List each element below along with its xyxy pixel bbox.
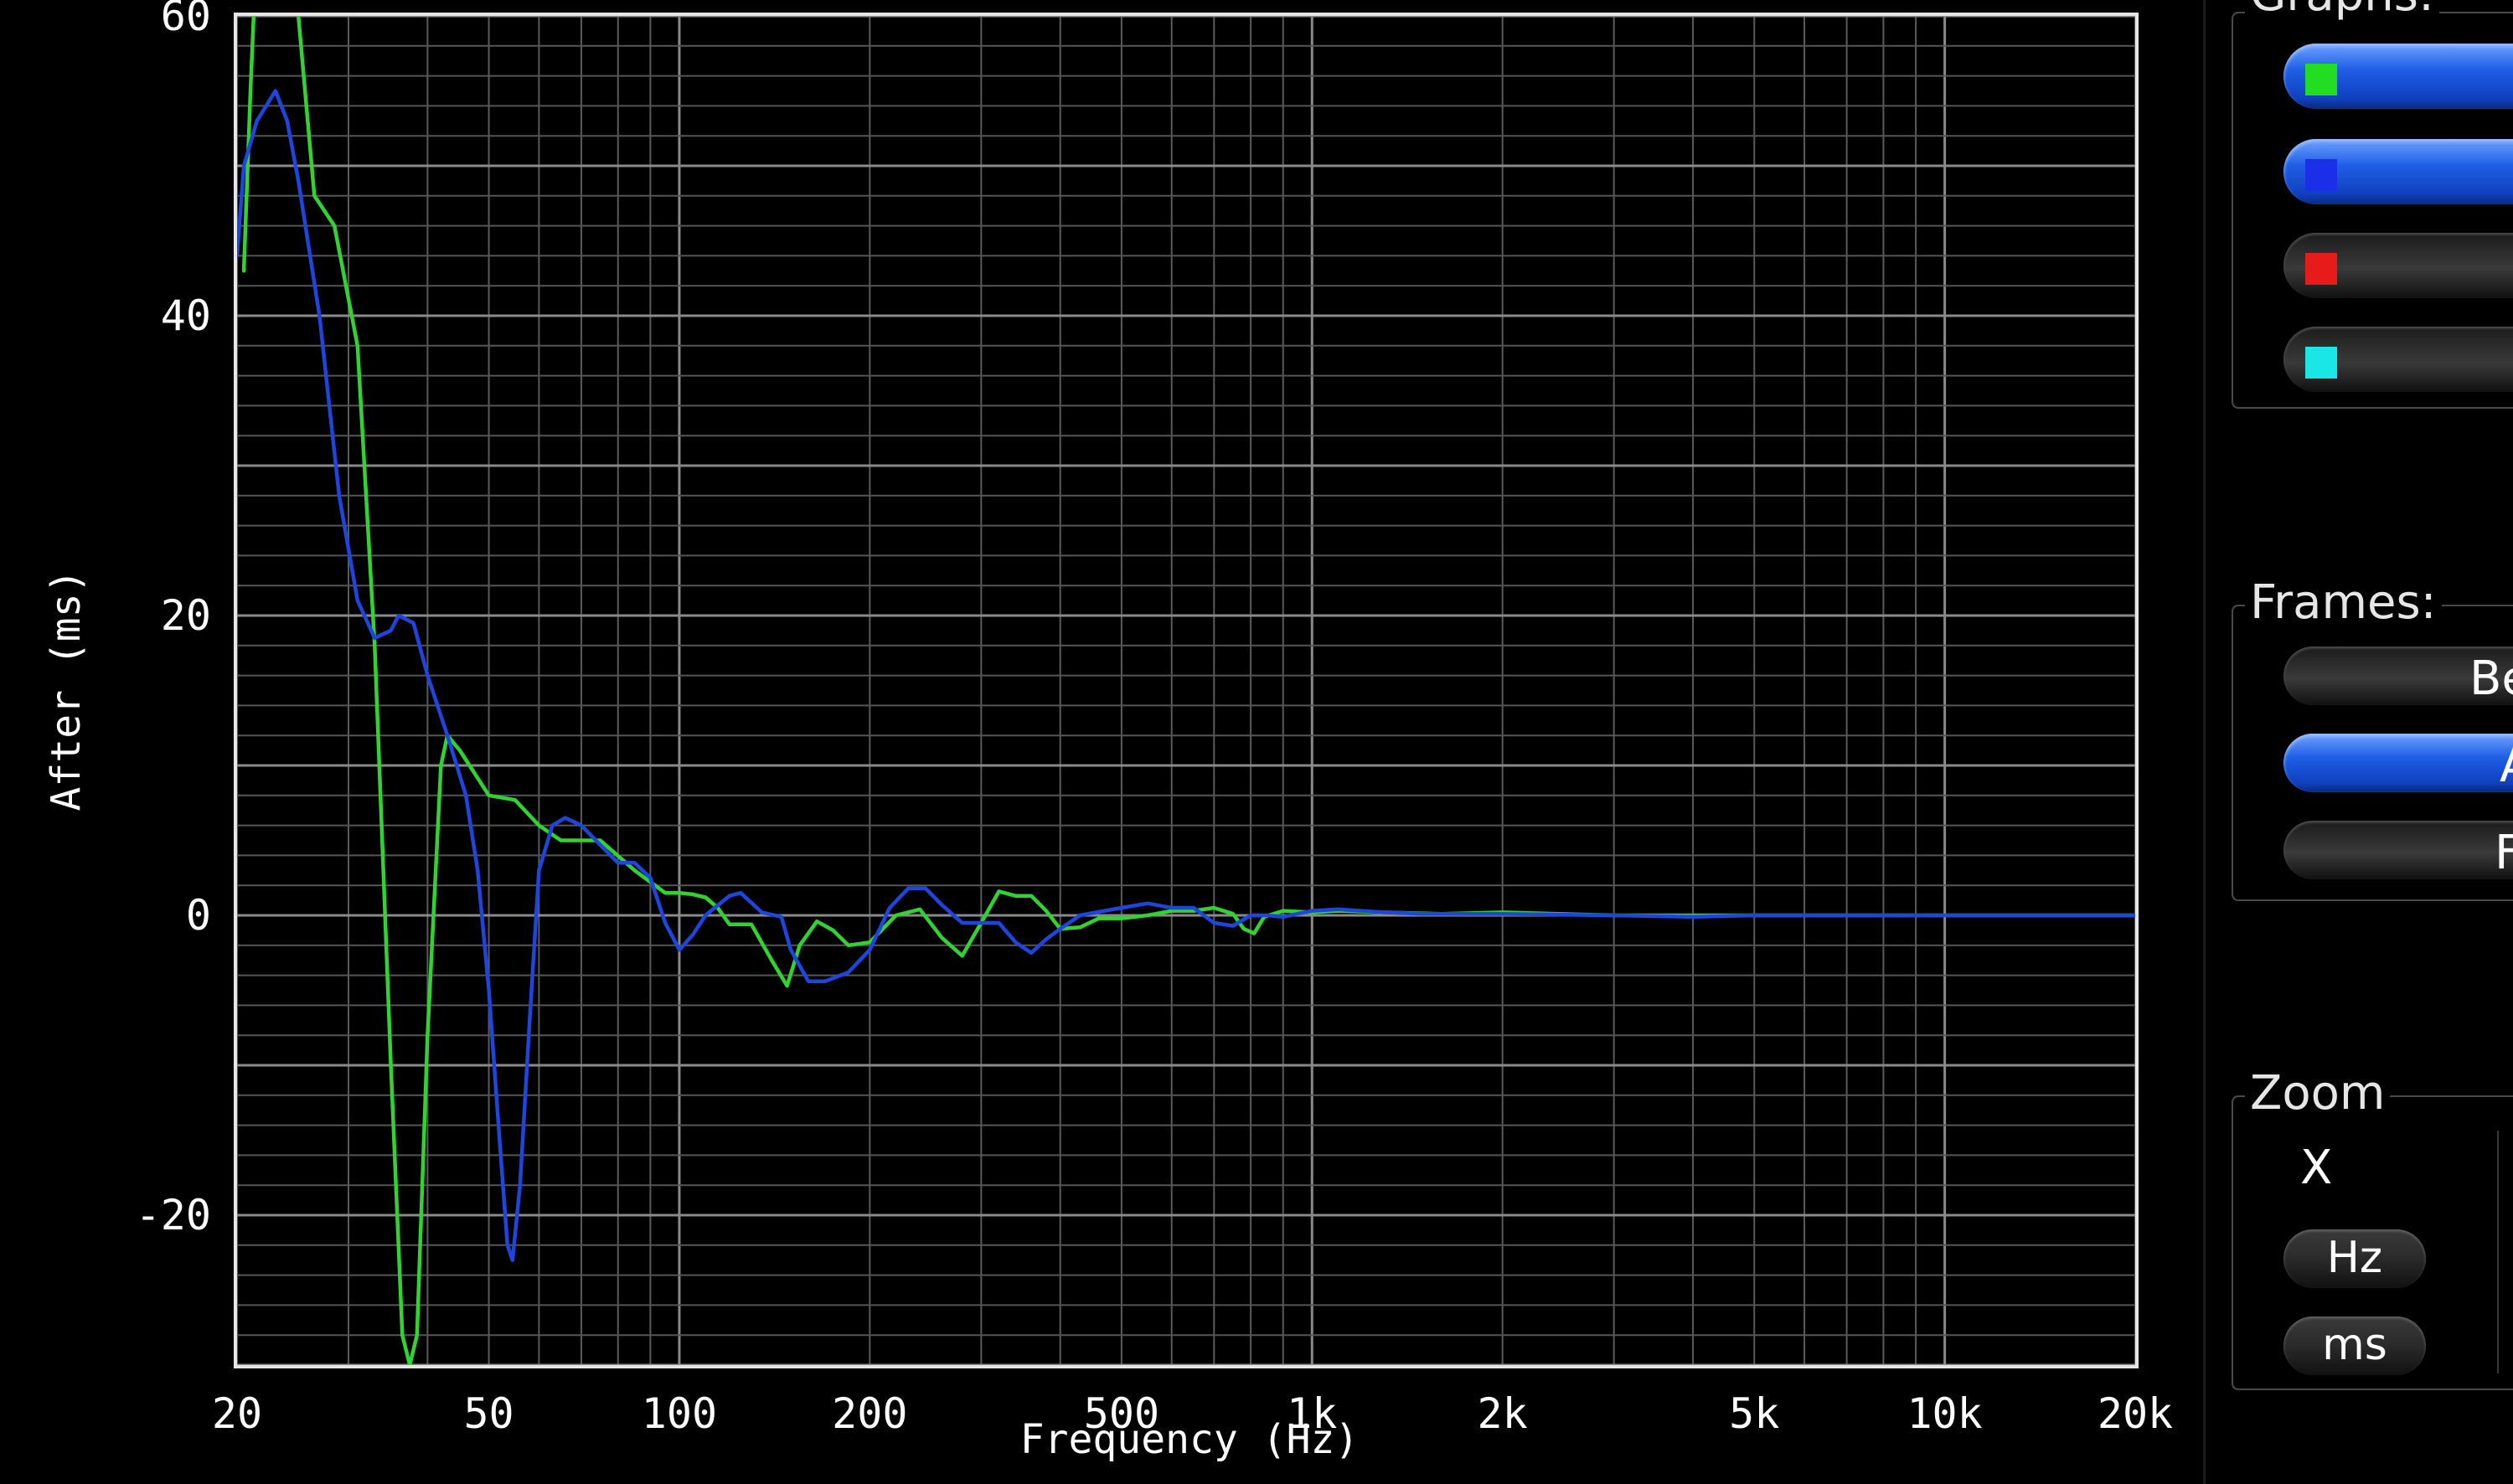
frame-filter-button[interactable]: Filte: [2283, 821, 2513, 880]
x-tick-label-20k: 20k: [2098, 1389, 2173, 1438]
x-tick-label-50: 50: [463, 1389, 513, 1438]
x-tick-label-10k: 10k: [1907, 1389, 1982, 1438]
frame-after-label: Afte: [2500, 739, 2513, 793]
zoom-x-label: X: [2300, 1141, 2333, 1195]
y-tick-label-60: 60: [161, 0, 211, 40]
x-tick-label-200: 200: [832, 1389, 907, 1438]
frame-after-button[interactable]: Afte: [2283, 734, 2513, 793]
graph-toggle-3[interactable]: S: [2283, 233, 2513, 298]
graph-2-swatch: [2305, 159, 2337, 191]
x-axis-label: Frequency (Hz): [1020, 1416, 1360, 1463]
series-layer: [237, 16, 2135, 1365]
graph-toggle-4[interactable]: S: [2283, 327, 2513, 392]
graph-1-swatch: [2305, 64, 2337, 95]
zoom-legend: Zoom: [2245, 1069, 2391, 1119]
panel-divider: [2203, 0, 2206, 1484]
graph-toggle-2[interactable]: ': [2283, 139, 2513, 204]
chart: 20 50 100 200 500 1k 2k 5k 10k 20k6040200-20 Afte…: [43, 0, 2173, 1463]
graph-3-swatch: [2305, 253, 2337, 285]
y-tick-label--20: -20: [136, 1191, 211, 1239]
x-tick-label-20: 20: [212, 1389, 262, 1438]
zoom-column-divider: [2497, 1131, 2499, 1373]
y-axis-label: After (ms): [43, 569, 90, 812]
frames-legend: Frames:: [2245, 578, 2442, 628]
zoom-hz-button[interactable]: Hz: [2283, 1229, 2426, 1288]
frame-before-label: Befo: [2469, 652, 2513, 706]
side-panel: Graphs: ' ' S S Frames: Befo Afte Filte: [2195, 0, 2513, 1484]
x-tick-label-5k: 5k: [1729, 1389, 1779, 1438]
graphs-group: Graphs: ' ' S S: [2232, 0, 2513, 409]
x-tick-label-2k: 2k: [1478, 1389, 1528, 1438]
frames-group: Frames: Befo Afte Filte: [2232, 578, 2513, 901]
y-tick-label-20: 20: [161, 591, 211, 640]
frame-filter-label: Filte: [2495, 826, 2513, 880]
graphs-legend: Graphs:: [2245, 0, 2439, 20]
frame-before-button[interactable]: Befo: [2283, 647, 2513, 706]
zoom-group: Zoom X Hz ms: [2232, 1069, 2513, 1390]
y-tick-label-40: 40: [161, 291, 211, 340]
series-line-1: [241, 16, 2135, 1365]
graph-toggle-1[interactable]: ': [2283, 44, 2513, 109]
x-tick-label-100: 100: [642, 1389, 717, 1438]
y-tick-label-0: 0: [186, 891, 211, 940]
zoom-ms-button[interactable]: ms: [2283, 1317, 2426, 1375]
graph-4-swatch: [2305, 347, 2337, 379]
